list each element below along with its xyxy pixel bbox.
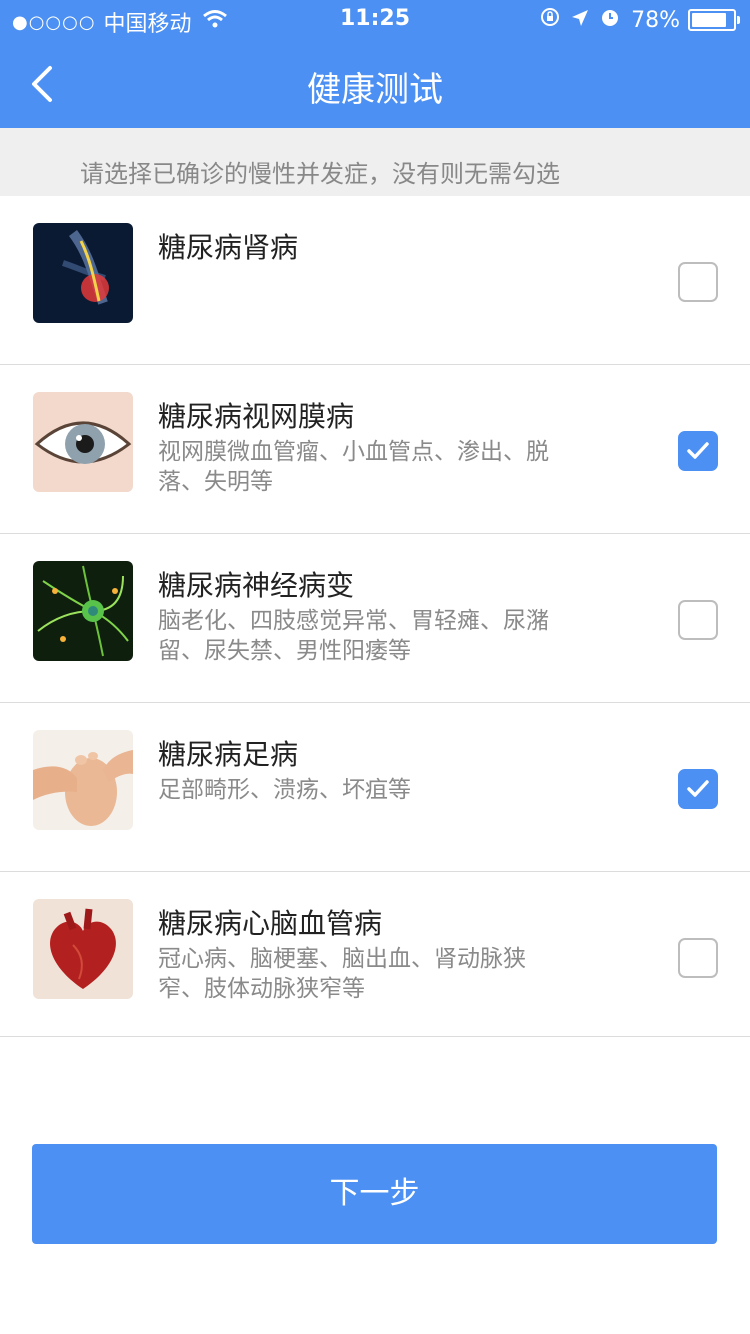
next-step-button[interactable]: 下一步 [32, 1144, 717, 1244]
list-item-retinopathy[interactable]: 糖尿病视网膜病 视网膜微血管瘤、小血管点、渗出、脱落、失明等 [0, 365, 750, 534]
item-title: 糖尿病足病 [158, 738, 299, 771]
rotation-lock-icon [539, 6, 561, 34]
instruction-banner: 请选择已确诊的慢性并发症，没有则无需勾选 [0, 128, 750, 196]
item-title: 糖尿病视网膜病 [158, 400, 355, 433]
list-item-foot[interactable]: 糖尿病足病 足部畸形、溃疡、坏疽等 [0, 703, 750, 872]
alarm-icon [599, 6, 621, 34]
item-description: 视网膜微血管瘤、小血管点、渗出、脱落、失明等 [158, 439, 549, 495]
list-item-neuropathy[interactable]: 糖尿病神经病变 脑老化、四肢感觉异常、胃轻瘫、尿潴留、尿失禁、男性阳痿等 [0, 534, 750, 703]
list-item-cardiovascular[interactable]: 糖尿病心脑血管病 冠心病、脑梗塞、脑出血、肾动脉狭窄、肢体动脉狭窄等 [0, 872, 750, 1037]
item-title: 糖尿病肾病 [158, 231, 299, 264]
kidney-image [33, 223, 133, 323]
status-bar: ●○○○○ 中国移动 11:25 78% [0, 0, 750, 40]
checkbox[interactable] [678, 769, 718, 809]
checkmark-icon [687, 442, 709, 459]
item-description: 冠心病、脑梗塞、脑出血、肾动脉狭窄、肢体动脉狭窄等 [158, 946, 526, 1002]
checkbox[interactable] [678, 262, 718, 302]
complication-list: 糖尿病肾病 糖尿病视网膜病 视网膜微血管瘤、小血管点、渗出、脱落、失明等 糖尿病… [0, 196, 750, 1037]
checkbox[interactable] [678, 431, 718, 471]
list-item-kidney[interactable]: 糖尿病肾病 [0, 196, 750, 365]
navbar: 健康测试 [0, 40, 750, 128]
checkbox[interactable] [678, 600, 718, 640]
item-description: 足部畸形、溃疡、坏疽等 [158, 777, 411, 803]
item-title: 糖尿病神经病变 [158, 569, 355, 602]
page-title: 健康测试 [307, 70, 443, 110]
neuron-image [33, 561, 133, 661]
header: ●○○○○ 中国移动 11:25 78% 健康测试 [0, 0, 750, 128]
foot-image [33, 730, 133, 830]
battery-percent: 78% [631, 7, 680, 33]
checkbox[interactable] [678, 938, 718, 978]
battery-icon [688, 9, 740, 31]
heart-image [33, 899, 133, 999]
eye-image [33, 392, 133, 492]
item-title: 糖尿病心脑血管病 [158, 907, 383, 940]
checkmark-icon [687, 780, 709, 797]
location-icon [571, 8, 589, 33]
item-description: 脑老化、四肢感觉异常、胃轻瘫、尿潴留、尿失禁、男性阳痿等 [158, 608, 549, 664]
